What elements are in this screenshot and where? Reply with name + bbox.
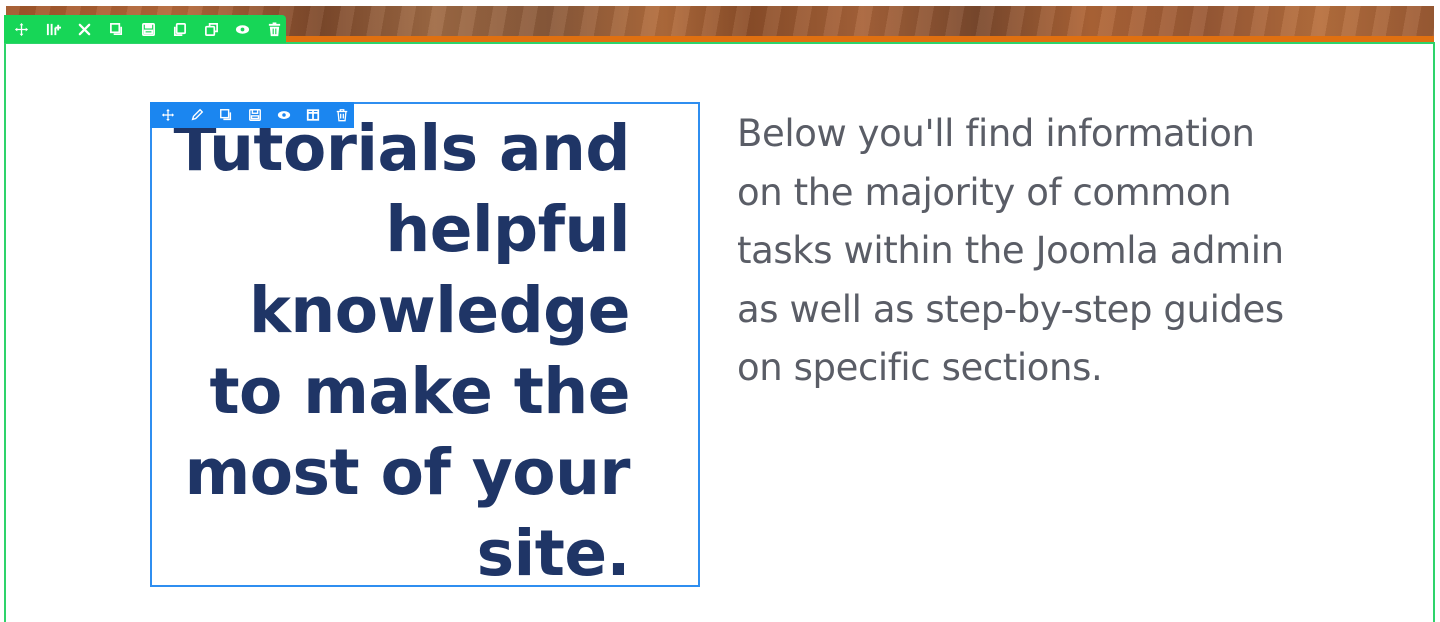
save-icon[interactable] [242, 104, 267, 126]
edit-icon[interactable] [184, 104, 209, 126]
delete-icon[interactable] [263, 17, 287, 41]
copy-icon[interactable] [168, 17, 192, 41]
settings-icon[interactable] [73, 17, 97, 41]
duplicate-icon[interactable] [105, 17, 129, 41]
intro-paragraph: Below you'll find information on the maj… [737, 112, 1284, 389]
save-icon[interactable] [136, 17, 160, 41]
section-toolbar [4, 15, 286, 43]
layout-icon[interactable] [300, 104, 325, 126]
module-toolbar [150, 102, 354, 128]
move-icon[interactable] [155, 104, 180, 126]
move-icon[interactable] [10, 17, 34, 41]
delete-icon[interactable] [329, 104, 354, 126]
hide-icon[interactable] [271, 104, 296, 126]
paste-icon[interactable] [199, 17, 223, 41]
columns-icon[interactable] [42, 17, 66, 41]
hide-icon[interactable] [231, 17, 255, 41]
duplicate-icon[interactable] [213, 104, 238, 126]
page-heading: Tutorials and helpful knowledge to make … [173, 112, 631, 590]
